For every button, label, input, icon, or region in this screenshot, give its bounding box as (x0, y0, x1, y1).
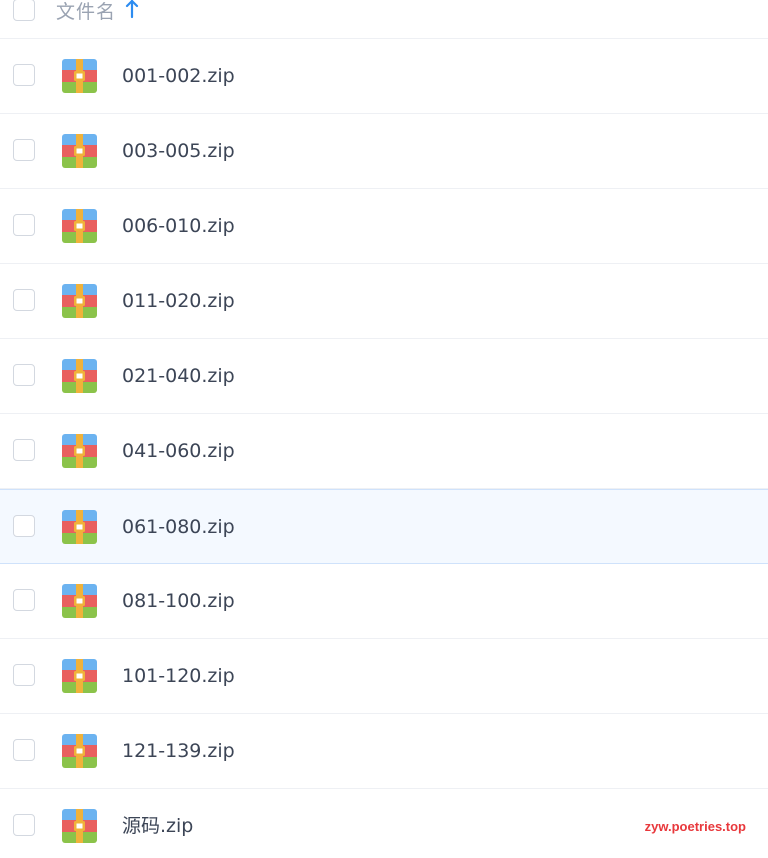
zip-archive-icon (62, 134, 97, 168)
zip-archive-icon (62, 659, 97, 693)
file-row[interactable]: 006-010.zip (0, 189, 768, 264)
file-list-header: 文件名 (0, 0, 768, 39)
file-row[interactable]: 003-005.zip (0, 114, 768, 189)
zip-archive-icon (62, 359, 97, 393)
file-row[interactable]: 021-040.zip (0, 339, 768, 414)
zip-archive-icon (62, 284, 97, 318)
file-name[interactable]: 001-002.zip (122, 64, 235, 88)
select-all-checkbox[interactable] (13, 0, 35, 21)
file-row[interactable]: 081-100.zip (0, 564, 768, 639)
file-row[interactable]: 061-080.zip (0, 489, 768, 564)
zip-archive-icon (62, 584, 97, 618)
file-checkbox[interactable] (13, 515, 35, 537)
watermark: zyw.poetries.top (644, 819, 746, 834)
arrow-up-icon[interactable] (124, 0, 140, 19)
file-name[interactable]: 041-060.zip (122, 439, 235, 463)
file-checkbox[interactable] (13, 739, 35, 761)
column-header-filename[interactable]: 文件名 (56, 0, 116, 24)
file-checkbox[interactable] (13, 589, 35, 611)
file-checkbox[interactable] (13, 364, 35, 386)
file-row[interactable]: 121-139.zip (0, 714, 768, 789)
file-checkbox[interactable] (13, 64, 35, 86)
file-name[interactable]: 003-005.zip (122, 139, 235, 163)
file-name[interactable]: 101-120.zip (122, 664, 235, 688)
zip-archive-icon (62, 510, 97, 544)
file-list: 文件名 001-002.zip 003-005.zip 006-010.zip 011… (0, 0, 768, 858)
file-name[interactable]: 源码.zip (122, 814, 193, 838)
file-name[interactable]: 061-080.zip (122, 515, 235, 539)
file-checkbox[interactable] (13, 664, 35, 686)
file-checkbox[interactable] (13, 214, 35, 236)
file-checkbox[interactable] (13, 289, 35, 311)
file-row[interactable]: 011-020.zip (0, 264, 768, 339)
zip-archive-icon (62, 809, 97, 843)
zip-archive-icon (62, 734, 97, 768)
zip-archive-icon (62, 59, 97, 93)
file-checkbox[interactable] (13, 439, 35, 461)
file-row[interactable]: 041-060.zip (0, 414, 768, 489)
file-name[interactable]: 006-010.zip (122, 214, 235, 238)
file-checkbox[interactable] (13, 814, 35, 836)
zip-archive-icon (62, 209, 97, 243)
file-name[interactable]: 121-139.zip (122, 739, 235, 763)
file-checkbox[interactable] (13, 139, 35, 161)
file-row[interactable]: 001-002.zip (0, 39, 768, 114)
file-name[interactable]: 011-020.zip (122, 289, 235, 313)
file-row[interactable]: 101-120.zip (0, 639, 768, 714)
file-name[interactable]: 081-100.zip (122, 589, 235, 613)
file-name[interactable]: 021-040.zip (122, 364, 235, 388)
zip-archive-icon (62, 434, 97, 468)
